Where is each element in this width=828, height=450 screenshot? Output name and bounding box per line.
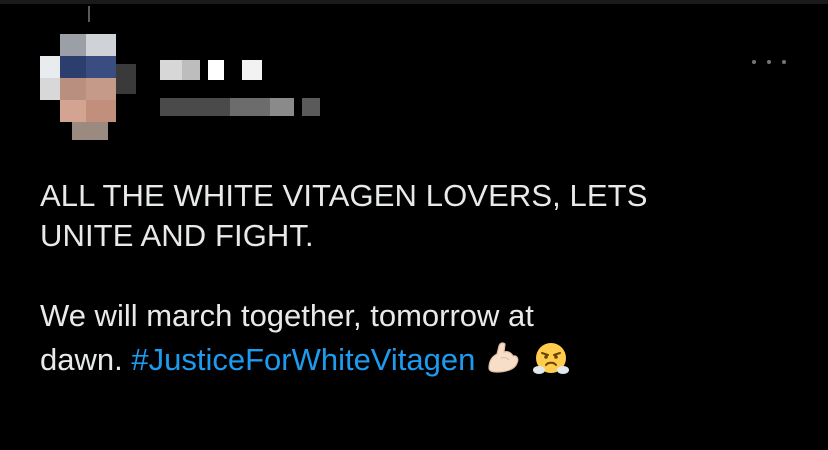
tweet-line-3: We will march together, tomorrow at (40, 298, 534, 333)
tweet-line-1: ALL THE WHITE VITAGEN LOVERS, LETS (40, 178, 648, 213)
flexed-biceps-icon (488, 342, 519, 373)
more-options-icon[interactable] (752, 52, 786, 72)
thread-connector (88, 6, 90, 22)
hashtag-link[interactable]: #JusticeForWhiteVitagen (131, 342, 475, 377)
tweet-line-2: UNITE AND FIGHT. (40, 218, 314, 253)
tweet-line-4-prefix: dawn. (40, 342, 132, 377)
display-name-redacted[interactable] (160, 60, 280, 82)
tweet-line-4: dawn. #JusticeForWhiteVitagen (40, 338, 800, 382)
tweet-text-upper: ALL THE WHITE VITAGEN LOVERS, LETS UNITE… (40, 176, 800, 256)
avatar[interactable] (40, 34, 136, 140)
top-divider (0, 0, 828, 4)
handle-redacted[interactable] (160, 98, 330, 118)
tweet-text-lower: We will march together, tomorrow at dawn… (40, 294, 800, 382)
steam-from-nose-face-icon (533, 343, 570, 374)
